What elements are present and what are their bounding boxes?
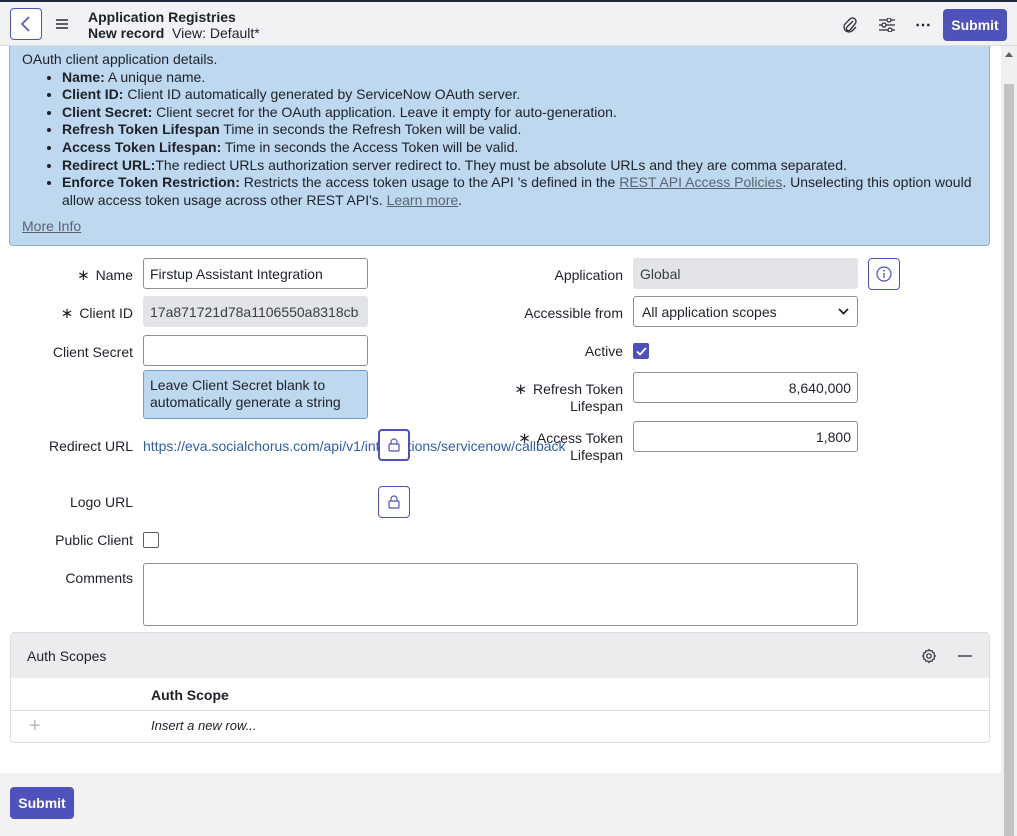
info-item: Name: A unique name. [62, 69, 977, 87]
back-button[interactable] [10, 8, 42, 40]
add-row-icon[interactable]: + [29, 716, 41, 736]
application-info-button[interactable] [868, 258, 900, 290]
logo-url-lock-button[interactable] [378, 486, 410, 518]
rest-api-access-policies-link[interactable]: REST API Access Policies [619, 174, 782, 190]
related-list-column-header: Auth Scope [11, 678, 989, 711]
learn-more-link[interactable]: Learn more [387, 192, 459, 208]
personalize-form-button[interactable] [876, 14, 898, 36]
info-item: Client Secret: Client secret for the OAu… [62, 104, 977, 122]
related-list-settings-button[interactable] [919, 646, 939, 666]
submit-button-bottom[interactable]: Submit [10, 787, 74, 819]
application-field[interactable]: Global [633, 258, 858, 289]
insert-row-text[interactable]: Insert a new row... [151, 718, 257, 733]
client-id-label: ∗ Client ID [60, 305, 133, 322]
related-list-header: Auth Scopes [11, 633, 989, 678]
client-secret-input[interactable] [143, 335, 368, 366]
context-menu-button[interactable] [52, 14, 72, 34]
more-options-button[interactable]: ⋯ [912, 14, 934, 36]
info-item: Redirect URL:The rediect URLs authorizat… [62, 157, 977, 175]
client-id-field[interactable]: 17a871721d78a1106550a8318cb [143, 296, 368, 327]
record-subtitle: New record View: Default* [88, 25, 260, 41]
auth-scope-column-header[interactable]: Auth Scope [151, 687, 229, 703]
required-icon: ∗ [514, 381, 527, 398]
scroll-thumb[interactable] [1004, 84, 1014, 836]
record-state: New record [88, 25, 165, 41]
refresh-token-lifespan-label: ∗ Refresh Token Lifespan [514, 381, 623, 414]
header-title-block: Application Registries New record View: … [88, 9, 260, 41]
access-token-lifespan-input[interactable]: 1,800 [633, 421, 858, 452]
active-checkbox[interactable] [633, 343, 649, 359]
view-name: View: Default* [172, 25, 260, 41]
caret-up-icon [1005, 51, 1013, 57]
public-client-label: Public Client [55, 532, 133, 548]
lock-icon [388, 438, 400, 452]
public-client-checkbox[interactable] [143, 532, 159, 548]
application-label: Application [554, 267, 624, 283]
required-icon: ∗ [77, 267, 90, 284]
chevron-left-icon [20, 16, 30, 32]
form-header: Application Registries New record View: … [0, 2, 1017, 46]
required-icon: ∗ [518, 430, 531, 447]
comments-textarea[interactable] [143, 563, 858, 626]
info-list: Name: A unique name. Client ID: Client I… [22, 69, 977, 210]
access-token-lifespan-label: ∗ Access Token Lifespan [518, 430, 623, 463]
chevron-down-icon [838, 308, 849, 315]
auth-scopes-related-list: Auth Scopes Auth Scope + Insert a new ro… [10, 632, 990, 743]
accessible-from-label: Accessible from [524, 305, 623, 321]
info-item: Enforce Token Restriction: Restricts the… [62, 174, 977, 209]
minus-icon [958, 655, 972, 657]
logo-url-label: Logo URL [69, 494, 133, 510]
attachment-button[interactable] [839, 14, 861, 36]
gear-icon [921, 648, 937, 664]
required-icon: ∗ [60, 305, 74, 322]
refresh-token-lifespan-input[interactable]: 8,640,000 [633, 372, 858, 403]
info-item: Client ID: Client ID automatically gener… [62, 86, 977, 104]
redirect-url-link[interactable]: https://eva.socialchorus.com/api/v1/inte… [143, 438, 566, 455]
form-footer [0, 773, 1001, 836]
ellipsis-icon: ⋯ [915, 17, 931, 34]
hamburger-icon [56, 19, 68, 29]
scroll-up-arrow[interactable] [1001, 46, 1017, 62]
more-info-link[interactable]: More Info [22, 218, 81, 236]
page-title: Application Registries [88, 9, 236, 25]
active-label: Active [584, 343, 623, 359]
info-icon [876, 266, 892, 282]
page-scrollbar[interactable] [1001, 46, 1017, 836]
info-message: OAuth client application details. Name: … [9, 46, 990, 246]
comments-label: Comments [65, 570, 133, 586]
related-list-collapse-button[interactable] [955, 646, 975, 666]
paperclip-icon [843, 17, 857, 33]
accessible-from-select[interactable]: All application scopes [633, 296, 858, 327]
name-label: ∗ Name [77, 267, 133, 284]
redirect-url-label: Redirect URL [48, 438, 133, 454]
name-input[interactable]: Firstup Assistant Integration [143, 258, 368, 289]
related-list-title: Auth Scopes [27, 647, 107, 664]
checkmark-icon [635, 346, 647, 356]
insert-row[interactable]: + Insert a new row... [11, 711, 989, 742]
lock-icon [388, 495, 400, 509]
accessible-from-value: All application scopes [642, 303, 777, 320]
sliders-icon [879, 18, 895, 32]
info-item: Access Token Lifespan: Time in seconds t… [62, 139, 977, 157]
info-item: Refresh Token Lifespan Time in seconds t… [62, 121, 977, 139]
info-intro: OAuth client application details. [22, 51, 218, 67]
client-secret-hint: Leave Client Secret blank to automatical… [143, 370, 368, 419]
submit-button-top[interactable]: Submit [943, 9, 1007, 41]
redirect-url-lock-button[interactable] [378, 429, 410, 461]
client-secret-label: Client Secret [52, 344, 133, 360]
